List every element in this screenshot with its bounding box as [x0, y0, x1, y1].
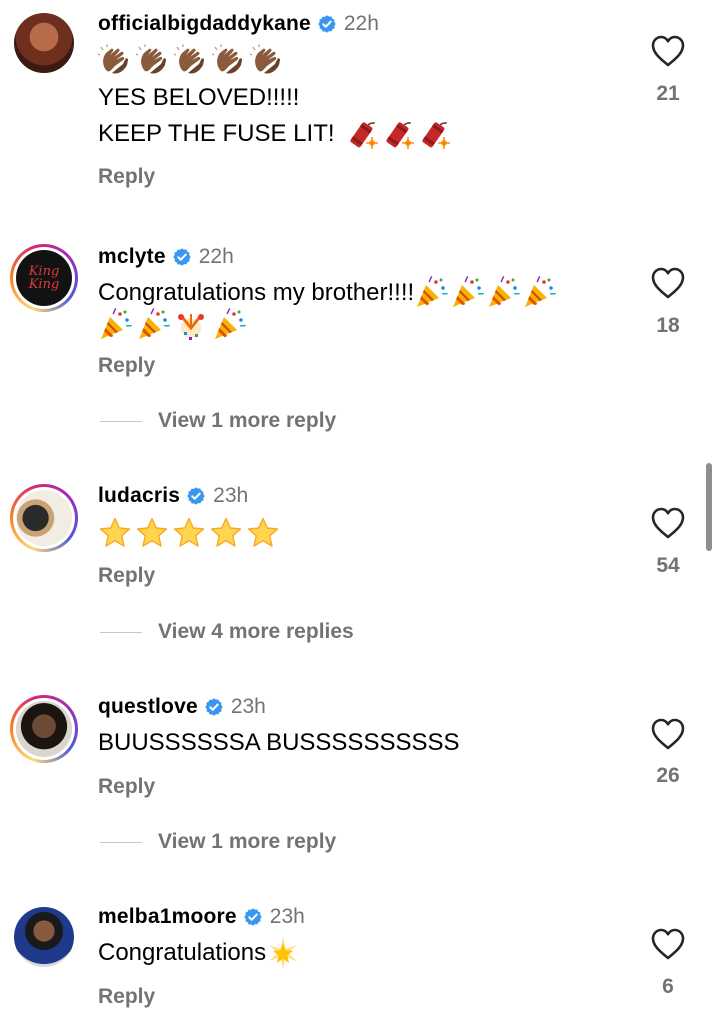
heart-icon[interactable]: [650, 717, 686, 751]
comment-header: mclyte 22h: [98, 245, 234, 269]
firecracker-icon: [381, 117, 415, 151]
party-popper-icon: [212, 308, 246, 342]
clap-brown-icon: [98, 44, 132, 78]
timestamp: 23h: [230, 695, 266, 718]
reply-button[interactable]: Reply: [98, 354, 155, 378]
avatar-logo-text: King King: [28, 264, 60, 292]
avatar-image: [14, 13, 74, 73]
verified-badge-icon: [243, 907, 263, 927]
heart-icon[interactable]: [650, 506, 686, 540]
comment-header: ludacris 23h: [98, 484, 248, 508]
username[interactable]: mclyte: [98, 245, 166, 269]
comment-text-segment: Congratulations: [98, 939, 267, 966]
comment-text: BUUSSSSSSA BUSSSSSSSSSS: [98, 729, 460, 756]
view-more-replies-button[interactable]: View 1 more reply: [100, 409, 336, 433]
verified-badge-icon: [317, 14, 337, 34]
verified-badge-icon: [172, 247, 192, 267]
glowing-star-icon: [266, 936, 300, 970]
avatar-image: [16, 490, 72, 546]
clap-brown-icon: [136, 44, 170, 78]
confetti-ball-icon: [174, 308, 208, 342]
comment-header: officialbigdaddykane 22h: [98, 12, 379, 36]
heart-icon[interactable]: [650, 266, 686, 300]
reply-button[interactable]: Reply: [98, 564, 155, 588]
avatar[interactable]: King King: [10, 244, 78, 312]
clap-brown-icon: [250, 44, 284, 78]
like-count: 26: [656, 764, 680, 787]
comment-header: melba1moore 23h: [98, 905, 305, 929]
like-count: 6: [662, 975, 674, 998]
reply-button[interactable]: Reply: [98, 165, 155, 189]
like-count: 21: [656, 82, 680, 105]
comment-header: questlove 23h: [98, 695, 266, 719]
comment-text: YES BELOVED!!!!!: [98, 84, 300, 111]
clap-brown-icon: [212, 44, 246, 78]
heart-icon[interactable]: [650, 927, 686, 961]
avatar-frame: [14, 907, 74, 967]
divider: [100, 420, 142, 422]
like-count: 18: [656, 314, 680, 337]
view-more-label: View 1 more reply: [158, 830, 337, 853]
party-popper-icon: [522, 276, 556, 310]
divider: [100, 841, 142, 843]
avatar-image: [16, 701, 72, 757]
username[interactable]: questlove: [98, 695, 198, 719]
comment-text-segment: Congratulations my brother!!!!: [98, 279, 415, 306]
avatar-frame: [13, 487, 75, 549]
party-popper-icon: [136, 308, 170, 342]
comment-text: Congratulations my brother!!!!: [98, 276, 556, 310]
party-popper-icon: [486, 276, 520, 310]
divider: [100, 631, 142, 633]
like-count: 54: [656, 554, 680, 577]
firecracker-icon: [345, 117, 379, 151]
star-icon: [246, 516, 280, 550]
view-more-label: View 4 more replies: [158, 620, 354, 643]
reply-button[interactable]: Reply: [98, 775, 155, 799]
avatar-frame: [13, 698, 75, 760]
timestamp: 22h: [198, 245, 234, 268]
verified-badge-icon: [204, 697, 224, 717]
avatar[interactable]: [10, 695, 78, 763]
timestamp: 22h: [343, 12, 379, 35]
party-popper-icon: [98, 308, 132, 342]
star-icon: [135, 516, 169, 550]
scrollbar[interactable]: [706, 463, 712, 551]
timestamp: 23h: [213, 484, 249, 507]
clap-brown-icon: [174, 44, 208, 78]
emoji-line: [98, 308, 246, 342]
emoji-group: [414, 276, 556, 310]
comment-text: Congratulations: [98, 936, 300, 970]
avatar-image: [14, 907, 74, 967]
heart-icon[interactable]: [650, 34, 686, 68]
firecracker-icon: [417, 117, 451, 151]
party-popper-icon: [414, 276, 448, 310]
avatar[interactable]: [10, 9, 78, 77]
emoji-line: [98, 516, 280, 550]
avatar-frame: King King: [13, 247, 75, 309]
avatar[interactable]: [10, 903, 78, 971]
verified-badge-icon: [186, 486, 206, 506]
view-more-replies-button[interactable]: View 1 more reply: [100, 830, 336, 854]
avatar-image: King King: [16, 250, 72, 306]
emoji-group: [345, 117, 451, 151]
emoji-line: [98, 44, 284, 78]
comment-text-segment: KEEP THE FUSE LIT!: [98, 120, 335, 147]
username[interactable]: melba1moore: [98, 905, 237, 929]
avatar[interactable]: [10, 484, 78, 552]
view-more-label: View 1 more reply: [158, 409, 337, 432]
star-icon: [209, 516, 243, 550]
avatar-frame: [14, 13, 74, 73]
username[interactable]: officialbigdaddykane: [98, 12, 311, 36]
party-popper-icon: [450, 276, 484, 310]
star-icon: [172, 516, 206, 550]
username[interactable]: ludacris: [98, 484, 180, 508]
comment-text: KEEP THE FUSE LIT!: [98, 117, 451, 151]
view-more-replies-button[interactable]: View 4 more replies: [100, 620, 354, 644]
star-icon: [98, 516, 132, 550]
reply-button[interactable]: Reply: [98, 985, 155, 1009]
timestamp: 23h: [269, 905, 305, 928]
